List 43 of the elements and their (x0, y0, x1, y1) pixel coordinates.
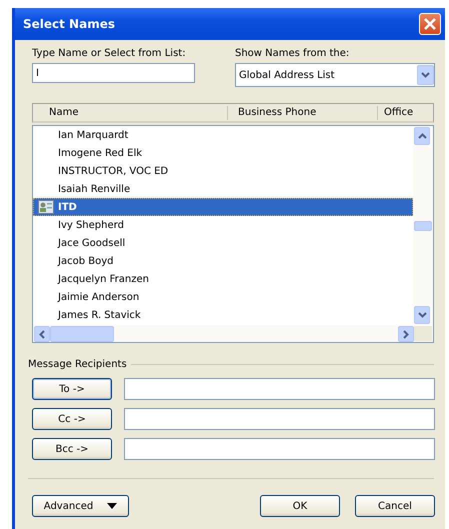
contact-list-item[interactable]: Ian Marquardt (33, 126, 413, 144)
contact-list-item[interactable]: INSTRUCTOR, VOC ED (33, 162, 413, 180)
recipient-button[interactable]: Cc -> (32, 408, 112, 430)
column-header[interactable]: Business Phone (228, 106, 378, 120)
chevron-down-icon (421, 72, 430, 78)
scroll-down-icon (418, 312, 426, 318)
column-header[interactable]: Name (33, 106, 228, 120)
ok-button[interactable]: OK (260, 495, 340, 517)
address-book-label: Show Names from the: (235, 48, 350, 59)
contact-list-item[interactable]: Ivy Shepherd (33, 216, 413, 234)
horizontal-scrollbar[interactable] (32, 325, 434, 343)
scroll-left-icon (39, 330, 45, 338)
contact-list-item[interactable]: Imogene Red Elk (33, 144, 413, 162)
scroll-up-icon (418, 133, 426, 139)
contact-list-item[interactable]: Jace Goodsell (33, 234, 413, 252)
recipient-field[interactable] (124, 438, 435, 460)
window-title: Select Names (23, 17, 116, 31)
close-button[interactable] (419, 13, 441, 35)
advanced-button[interactable]: Advanced (32, 495, 129, 517)
contact-list-item[interactable]: Jacob Boyd (33, 252, 413, 270)
caret-icon (107, 503, 118, 509)
cancel-button[interactable]: Cancel (355, 495, 435, 517)
name-input-field[interactable]: I (32, 63, 195, 83)
scroll-thumb[interactable] (414, 221, 432, 231)
name-field-label: Type Name or Select from List: (32, 48, 187, 59)
contact-list-item[interactable]: James R. Stavick (33, 306, 413, 324)
group-label: Message Recipients (28, 359, 127, 370)
scroll-right-icon (403, 330, 409, 338)
contact-list-item[interactable]: Isaiah Renville (33, 180, 413, 198)
address-book-dropdown[interactable]: Global Address List (235, 63, 435, 87)
scrollbar-corner (414, 326, 432, 341)
vertical-scrollbar[interactable] (413, 126, 433, 325)
contact-list-item[interactable]: Jacquelyn Franzen (33, 270, 413, 288)
contact-list-item[interactable]: Jaimie Anderson (33, 288, 413, 306)
recipient-button[interactable]: To -> (32, 378, 112, 400)
recipient-field[interactable] (124, 378, 435, 400)
scroll-thumb[interactable] (50, 326, 114, 342)
group-contact-icon (38, 200, 54, 214)
recipient-button[interactable]: Bcc -> (32, 438, 112, 460)
column-header[interactable]: Office (378, 106, 414, 120)
close-icon (423, 17, 437, 31)
contact-list-item[interactable]: ITD (33, 198, 413, 216)
recipient-field[interactable] (124, 408, 435, 430)
